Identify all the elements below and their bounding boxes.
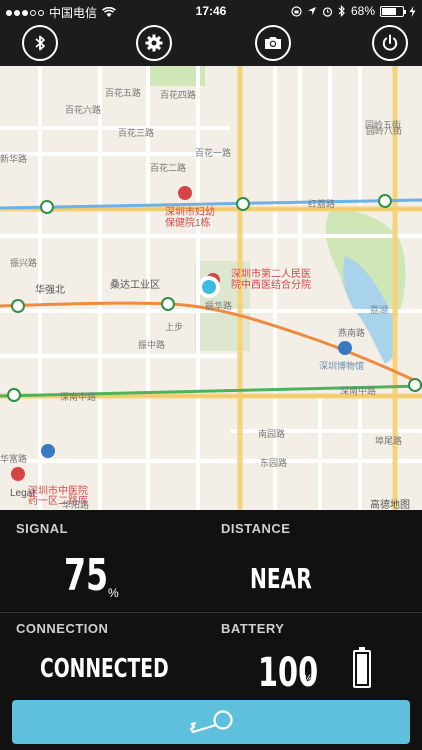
battery-percent: 68% <box>350 4 375 18</box>
camera-icon <box>265 37 281 49</box>
distance-label: DISTANCE <box>221 521 291 536</box>
map-label-lake: 荔湖 <box>370 305 389 315</box>
road-label: 百花五路 <box>105 88 142 98</box>
road-label: 深南中路 <box>340 386 377 396</box>
status-bar: 中国电信 17:46 68% <box>0 0 422 22</box>
map-label-hospital-2: 深圳市第二人民医 院中西医结合分院 <box>231 269 311 291</box>
battery-unit: % <box>302 672 313 686</box>
map-attribution: 高德地图 <box>370 500 410 510</box>
charging-icon <box>409 5 416 17</box>
road-label: 振兴路 <box>10 258 38 268</box>
road-label: 振中路 <box>138 340 166 350</box>
road-label: 百花二路 <box>150 163 187 173</box>
road-label: 华富路 <box>0 454 28 464</box>
map-label-hospital-1: 深圳市妇幼 保健院1栋 <box>165 207 215 229</box>
road-label: 华强北 <box>35 285 65 296</box>
power-icon <box>382 34 398 51</box>
road-label: 南园路 <box>258 429 286 439</box>
key-button[interactable] <box>12 700 410 744</box>
settings-button[interactable] <box>136 25 172 61</box>
connection-value: CONNECTED <box>40 654 169 684</box>
road-label: 埠尾路 <box>375 436 403 446</box>
map-label-museum: 深圳博物馆 <box>319 361 365 371</box>
key-icon <box>189 710 233 734</box>
gear-icon <box>145 34 163 52</box>
power-button[interactable] <box>372 25 408 61</box>
battery-icon <box>380 5 406 17</box>
location-arrow-icon <box>307 7 316 15</box>
road-label: 园岭八街 <box>366 126 403 136</box>
road-label: 振华路 <box>205 301 233 311</box>
road-label: 华阳路 <box>62 500 90 510</box>
bluetooth-icon <box>35 35 45 51</box>
map-view[interactable]: 深圳市妇幼 保健院1栋 深圳市第二人民医 院中西医结合分院 深圳博物馆 荔湖 深… <box>0 66 422 510</box>
road-label: 百花四路 <box>160 90 197 100</box>
connection-label: CONNECTION <box>16 621 109 636</box>
bluetooth-button[interactable] <box>22 25 58 61</box>
road-label: 东园路 <box>260 458 288 468</box>
alarm-icon <box>322 6 333 17</box>
road-label: 百花三路 <box>118 128 155 138</box>
signal-value: 75 <box>64 550 109 601</box>
road-label: 百花一路 <box>195 148 232 158</box>
status-right: 68% <box>291 4 416 18</box>
panel-divider <box>0 612 422 613</box>
road-label: 红荔路 <box>308 199 336 209</box>
road-label: 深南中路 <box>60 392 97 402</box>
signal-unit: % <box>108 586 119 600</box>
battery-label: BATTERY <box>221 621 285 636</box>
battery-level-icon <box>353 647 371 688</box>
signal-label: SIGNAL <box>16 521 69 536</box>
map-legal-link[interactable]: Legal <box>10 488 34 499</box>
road-label: 新华路 <box>0 154 28 164</box>
road-label: 百花六路 <box>65 105 102 115</box>
orientation-lock-icon <box>291 5 302 17</box>
road-label: 桑达工业区 <box>110 280 160 291</box>
camera-button[interactable] <box>255 25 291 61</box>
distance-value: NEAR <box>250 562 312 595</box>
road-label: 燕南路 <box>338 328 366 338</box>
bluetooth-icon <box>338 5 345 17</box>
road-label: 上步 <box>165 322 184 332</box>
toolbar <box>0 22 422 66</box>
